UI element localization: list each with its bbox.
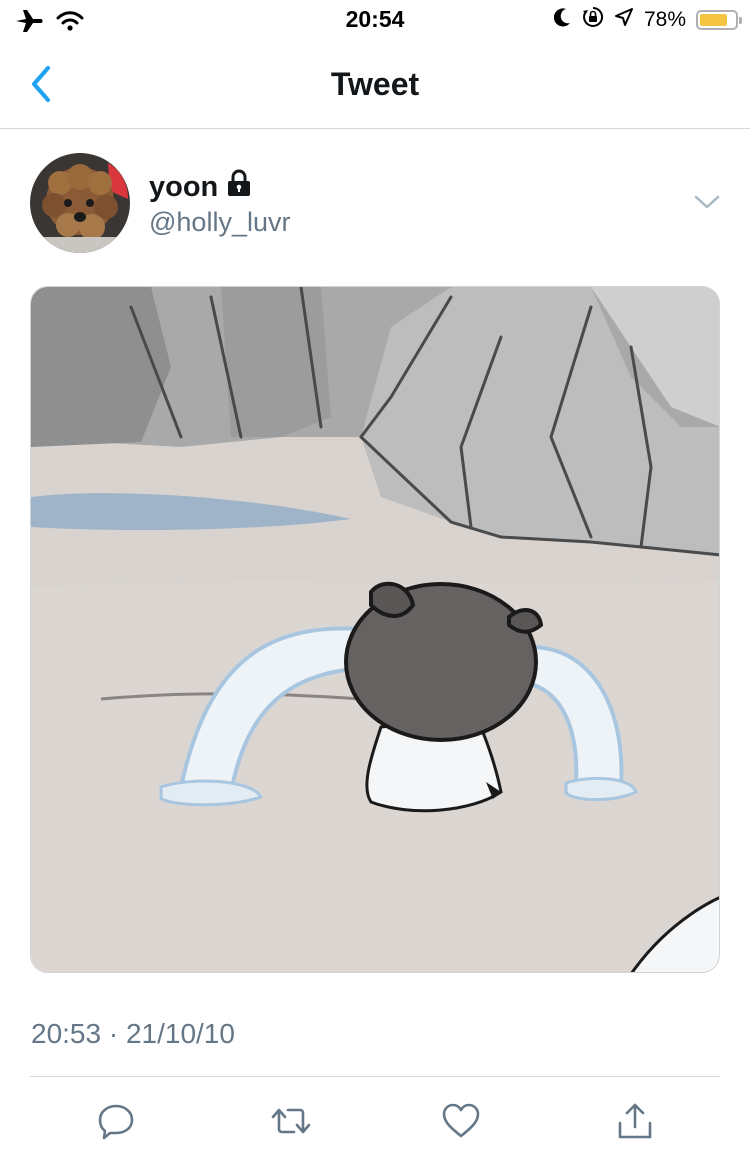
chevron-down-icon [694, 195, 720, 209]
tweet-actions [0, 1096, 750, 1146]
share-button[interactable] [610, 1096, 660, 1146]
rotation-lock-icon [582, 6, 604, 33]
moon-icon [553, 7, 572, 32]
lock-icon [226, 169, 252, 205]
page-title: Tweet [330, 66, 420, 102]
tweet-media[interactable] [30, 286, 720, 973]
tweet-menu-button[interactable] [692, 191, 722, 213]
tweet-timestamp: 20:53 · 21/10/10 [31, 1018, 235, 1049]
display-name[interactable]: yoon [149, 169, 252, 205]
avatar[interactable] [30, 153, 130, 253]
status-bar: 20:54 78% [0, 0, 750, 40]
reply-icon [98, 1104, 134, 1140]
divider [30, 1076, 720, 1077]
reply-button[interactable] [91, 1096, 141, 1146]
like-icon [442, 1103, 480, 1138]
retweet-button[interactable] [266, 1096, 316, 1146]
status-right: 78% [553, 6, 742, 33]
share-icon [618, 1103, 652, 1139]
nav-bar: Tweet [0, 40, 750, 129]
retweet-icon [271, 1108, 311, 1134]
battery-icon [696, 9, 742, 30]
tweet-header: yoon @holly_luvr [0, 129, 750, 279]
battery-percent: 78% [643, 7, 686, 31]
display-name-text: yoon [149, 170, 219, 203]
tweet-image [31, 287, 719, 972]
battery-fill [700, 13, 727, 26]
location-icon [614, 7, 634, 32]
user-handle[interactable]: @holly_luvr [149, 207, 290, 238]
like-button[interactable] [436, 1096, 486, 1146]
